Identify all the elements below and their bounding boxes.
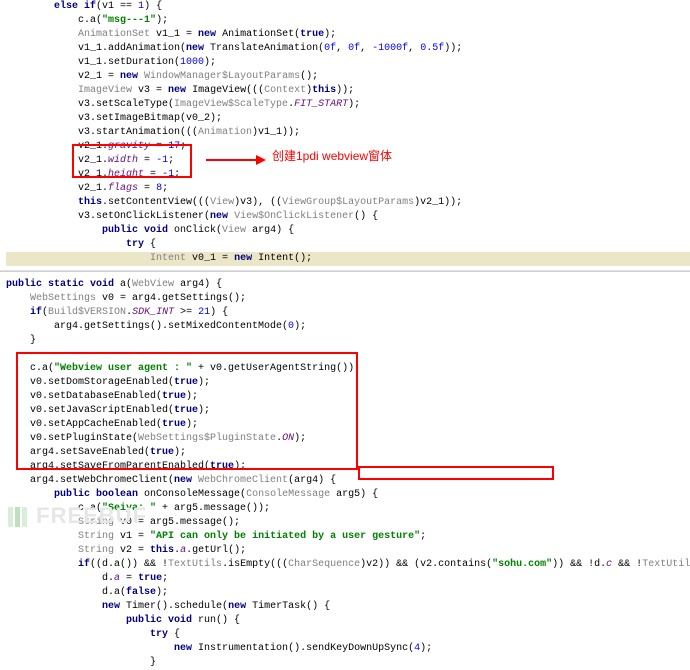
- annotation-text: 创建1pdi webview窗体: [272, 148, 392, 165]
- section-divider: [0, 270, 690, 272]
- code-block-bottom: public static void a(WebView arg4) { Web…: [0, 278, 690, 670]
- code-block-top: else if(v1 == 1) { c.a("msg---1"); Anima…: [0, 0, 690, 266]
- highlight-box-3: [358, 466, 554, 480]
- watermark: FREEBUF: [8, 501, 147, 532]
- highlight-box-1: [72, 144, 192, 178]
- annotation-arrow: [206, 150, 266, 178]
- highlight-box-2: [16, 352, 358, 470]
